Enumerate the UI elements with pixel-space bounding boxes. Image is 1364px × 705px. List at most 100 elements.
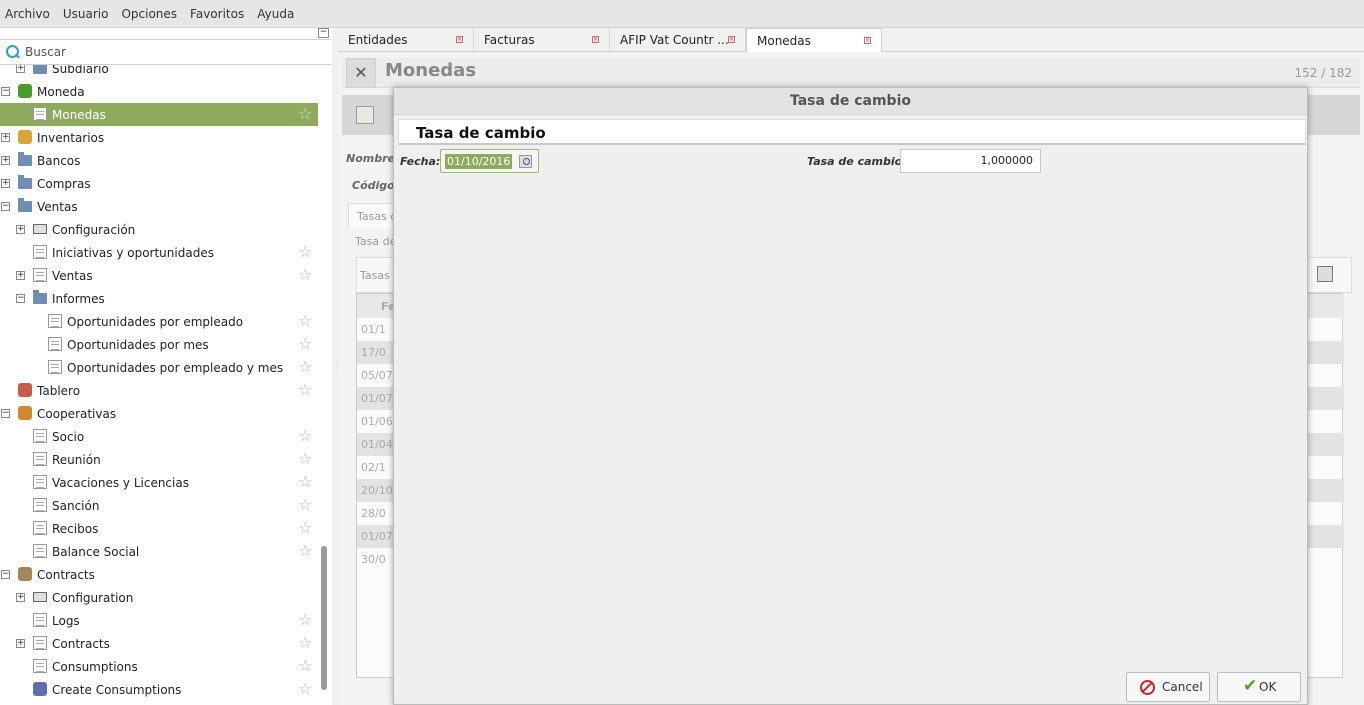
sidebar-item-label: Oportunidades por mes (67, 337, 209, 352)
sidebar-item-label: Bancos (37, 153, 81, 168)
favorite-star-icon[interactable]: ☆ (298, 358, 312, 376)
sidebar-item[interactable]: + Compras (0, 172, 318, 195)
tab-close-icon[interactable]: × (456, 36, 463, 43)
search-input[interactable]: Buscar (25, 45, 66, 59)
sidebar-item[interactable]: Sanción ☆ (0, 494, 318, 517)
sidebar-item[interactable]: − Moneda (0, 80, 318, 103)
ok-button[interactable]: ✔ OK (1217, 672, 1301, 702)
grid-title: Tasas (360, 269, 390, 282)
sidebar-item[interactable]: − Informes (0, 287, 318, 310)
expand-icon[interactable]: + (16, 65, 25, 73)
sidebar-item-label: Compras (37, 176, 91, 191)
currency-icon (18, 84, 32, 98)
collapse-icon[interactable]: − (1, 87, 10, 96)
sidebar-item[interactable]: Tablero ☆ (0, 379, 318, 402)
favorite-star-icon[interactable]: ☆ (298, 243, 312, 261)
fecha-value[interactable]: 01/10/2016 (445, 154, 513, 169)
menu-ayuda[interactable]: Ayuda (257, 7, 294, 21)
expand-icon[interactable]: + (1, 179, 10, 188)
sidebar-item[interactable]: + Configuración (0, 218, 318, 241)
expand-icon[interactable]: + (16, 225, 25, 234)
sidebar-item[interactable]: Oportunidades por empleado y mes ☆ (0, 356, 318, 379)
sidebar-collapse-button[interactable]: − (318, 28, 329, 38)
menu-favoritos[interactable]: Favoritos (190, 7, 244, 21)
sidebar-item[interactable]: Vacaciones y Licencias ☆ (0, 471, 318, 494)
sidebar-item[interactable]: Balance Social ☆ (0, 540, 318, 563)
sidebar-item[interactable]: Oportunidades por mes ☆ (0, 333, 318, 356)
dialog-heading: Tasa de cambio (416, 124, 546, 142)
sidebar-item[interactable]: Recibos ☆ (0, 517, 318, 540)
tab-facturas[interactable]: Facturas × (474, 28, 610, 52)
sidebar-item[interactable]: + Configuration (0, 586, 318, 609)
document-icon (33, 452, 47, 466)
collapse-icon[interactable]: − (1, 409, 10, 418)
tab-afip-vat-country[interactable]: AFIP Vat Countr ... × (610, 28, 746, 52)
sidebar-item[interactable]: + Bancos (0, 149, 318, 172)
menu-opciones[interactable]: Opciones (121, 7, 177, 21)
sidebar-item[interactable]: + Subdiario (0, 65, 318, 80)
favorite-star-icon[interactable]: ☆ (298, 634, 312, 652)
checkmark-icon: ✔ (1243, 676, 1258, 696)
sidebar-item[interactable]: Logs ☆ (0, 609, 318, 632)
sidebar-item[interactable]: Reunión ☆ (0, 448, 318, 471)
tab-entidades[interactable]: Entidades × (338, 28, 474, 52)
favorite-star-icon[interactable]: ☆ (298, 496, 312, 514)
favorite-star-icon[interactable]: ☆ (298, 427, 312, 445)
sidebar-item[interactable]: Consumptions ☆ (0, 655, 318, 678)
favorite-star-icon[interactable]: ☆ (298, 611, 312, 629)
sidebar-item-label: Configuración (52, 222, 136, 237)
sidebar-item-label: Oportunidades por empleado (67, 314, 244, 329)
search-box[interactable]: Buscar (0, 39, 331, 65)
expand-icon[interactable]: + (1, 156, 10, 165)
menu-archivo[interactable]: Archivo (5, 7, 50, 21)
sidebar-item[interactable]: − Contracts (0, 563, 318, 586)
new-record-icon[interactable] (356, 106, 374, 124)
favorite-star-icon[interactable]: ☆ (298, 335, 312, 353)
cancel-button[interactable]: Cancel (1126, 672, 1210, 702)
collapse-icon[interactable]: − (1, 570, 10, 579)
fecha-field[interactable]: 01/10/2016 (440, 149, 539, 173)
expand-icon[interactable]: + (16, 639, 25, 648)
sidebar-item[interactable]: Socio ☆ (0, 425, 318, 448)
table-cell: 02/1 (361, 461, 386, 474)
folder-icon (33, 65, 47, 74)
cancel-label: Cancel (1162, 680, 1203, 694)
tasa-field[interactable]: 1,000000 (900, 149, 1041, 173)
favorite-star-icon[interactable]: ☆ (298, 266, 312, 284)
tab-close-icon[interactable]: × (592, 36, 599, 43)
favorite-star-icon[interactable]: ☆ (298, 519, 312, 537)
sidebar-item[interactable]: Oportunidades por empleado ☆ (0, 310, 318, 333)
tab-close-icon[interactable]: × (728, 36, 735, 43)
expand-icon[interactable]: + (16, 593, 25, 602)
sidebar-item[interactable]: − Ventas (0, 195, 318, 218)
favorite-star-icon[interactable]: ☆ (298, 657, 312, 675)
folder-icon (18, 198, 32, 212)
sidebar-item[interactable]: − Cooperativas (0, 402, 318, 425)
collapse-icon[interactable]: − (16, 294, 25, 303)
menu-usuario[interactable]: Usuario (63, 7, 109, 21)
tab-close-icon[interactable]: × (864, 37, 871, 44)
expand-icon[interactable]: + (16, 271, 25, 280)
switch-view-icon[interactable] (1317, 266, 1333, 282)
favorite-star-icon[interactable]: ☆ (298, 105, 312, 123)
sidebar-scrollbar[interactable] (321, 546, 327, 690)
sidebar-item[interactable]: Iniciativas y oportunidades ☆ (0, 241, 318, 264)
tab-monedas[interactable]: Monedas × (746, 28, 882, 52)
sidebar-item[interactable]: Monedas ☆ (0, 103, 318, 126)
sidebar-item[interactable]: Create Consumptions ☆ (0, 678, 318, 701)
favorite-star-icon[interactable]: ☆ (298, 450, 312, 468)
favorite-star-icon[interactable]: ☆ (298, 381, 312, 399)
favorite-star-icon[interactable]: ☆ (298, 473, 312, 491)
favorite-star-icon[interactable]: ☆ (298, 542, 312, 560)
collapse-icon[interactable]: − (1, 202, 10, 211)
sidebar-item[interactable]: + Contracts ☆ (0, 632, 318, 655)
calendar-icon[interactable] (519, 155, 532, 168)
sidebar-item[interactable]: + Ventas ☆ (0, 264, 318, 287)
folder-icon (18, 175, 32, 189)
expand-icon[interactable]: + (1, 133, 10, 142)
tools-icon[interactable]: ✕ (346, 58, 376, 88)
search-icon (6, 45, 20, 59)
sidebar-item[interactable]: + Inventarios (0, 126, 318, 149)
favorite-star-icon[interactable]: ☆ (298, 312, 312, 330)
favorite-star-icon[interactable]: ☆ (298, 680, 312, 698)
